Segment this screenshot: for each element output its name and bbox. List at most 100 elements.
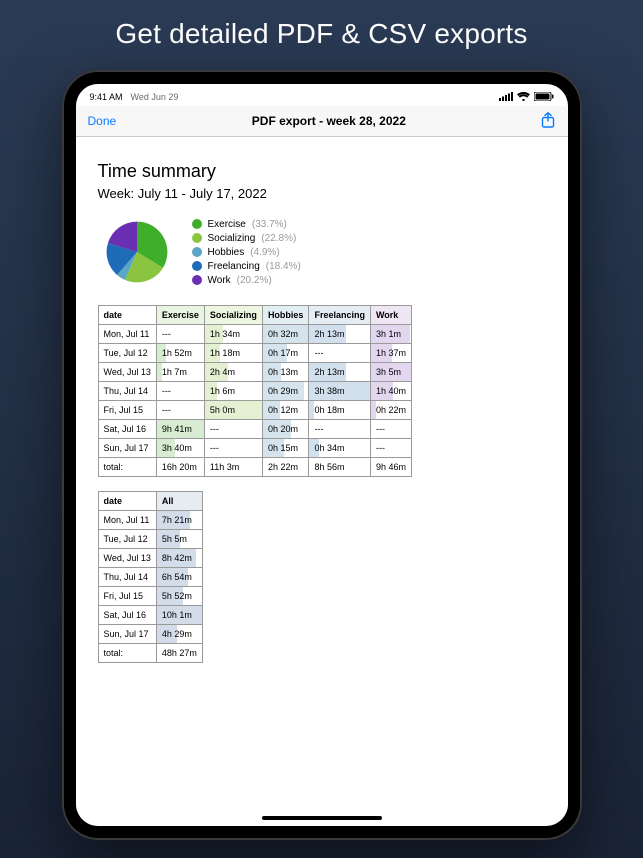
table-cell: 0h 18m xyxy=(309,401,371,420)
ipad-frame: 9:41 AM Wed Jun 29 Done PDF export - wee… xyxy=(62,70,582,840)
table-cell: 11h 3m xyxy=(204,458,262,477)
legend-pct: (4.9%) xyxy=(250,247,279,258)
table-cell: Sun, Jul 17 xyxy=(98,625,156,644)
table-cell: --- xyxy=(309,420,371,439)
table-header: date xyxy=(98,306,156,325)
table-cell: Fri, Jul 15 xyxy=(98,401,156,420)
table-row: Mon, Jul 11---1h 34m0h 32m2h 13m3h 1m xyxy=(98,325,412,344)
table-cell: 1h 7m xyxy=(156,363,204,382)
table-cell: --- xyxy=(156,401,204,420)
table-cell: 5h 5m xyxy=(156,530,202,549)
table-row: Thu, Jul 146h 54m xyxy=(98,568,202,587)
table-cell: 0h 17m xyxy=(262,344,309,363)
table-cell: --- xyxy=(204,420,262,439)
table-header: Socializing xyxy=(204,306,262,325)
wifi-icon xyxy=(517,92,530,103)
legend-item: Work (20.2%) xyxy=(192,275,301,286)
legend-swatch xyxy=(192,247,202,257)
table-cell: 4h 29m xyxy=(156,625,202,644)
table-row: Tue, Jul 121h 52m1h 18m0h 17m---1h 37m xyxy=(98,344,412,363)
table-cell: Thu, Jul 14 xyxy=(98,382,156,401)
table-cell: 0h 32m xyxy=(262,325,309,344)
table-cell: Wed, Jul 13 xyxy=(98,549,156,568)
all-table: dateAllMon, Jul 117h 21mTue, Jul 125h 5m… xyxy=(98,491,203,663)
legend-swatch xyxy=(192,275,202,285)
table-cell: 1h 40m xyxy=(370,382,411,401)
home-indicator[interactable] xyxy=(262,816,382,820)
legend-label: Hobbies xyxy=(208,247,245,258)
nav-bar: Done PDF export - week 28, 2022 xyxy=(76,106,568,137)
table-cell: 2h 13m xyxy=(309,325,371,344)
cellular-icon xyxy=(499,92,513,103)
table-cell: 3h 5m xyxy=(370,363,411,382)
legend-item: Exercise (33.7%) xyxy=(192,219,301,230)
table-row: total:48h 27m xyxy=(98,644,202,663)
table-cell: 0h 15m xyxy=(262,439,309,458)
table-cell: Tue, Jul 12 xyxy=(98,344,156,363)
table-header: Hobbies xyxy=(262,306,309,325)
status-date: Wed Jun 29 xyxy=(131,92,179,102)
table-row: Fri, Jul 155h 52m xyxy=(98,587,202,606)
done-button[interactable]: Done xyxy=(88,114,117,128)
table-cell: Mon, Jul 11 xyxy=(98,325,156,344)
table-row: Wed, Jul 131h 7m2h 4m0h 13m2h 13m3h 5m xyxy=(98,363,412,382)
table-row: Sun, Jul 173h 40m---0h 15m0h 34m--- xyxy=(98,439,412,458)
table-cell: 3h 40m xyxy=(156,439,204,458)
table-cell: 5h 52m xyxy=(156,587,202,606)
table-cell: Mon, Jul 11 xyxy=(98,511,156,530)
table-cell: 48h 27m xyxy=(156,644,202,663)
table-cell: Sat, Jul 16 xyxy=(98,420,156,439)
chart-row: Exercise (33.7%) Socializing (22.8%) Hobbi… xyxy=(98,213,546,291)
table-cell: 8h 56m xyxy=(309,458,371,477)
table-cell: 1h 34m xyxy=(204,325,262,344)
table-cell: 0h 34m xyxy=(309,439,371,458)
table-row: Sun, Jul 174h 29m xyxy=(98,625,202,644)
table-cell: 3h 1m xyxy=(370,325,411,344)
table-cell: 16h 20m xyxy=(156,458,204,477)
table-row: Mon, Jul 117h 21m xyxy=(98,511,202,530)
status-time: 9:41 AM xyxy=(90,92,123,102)
table-cell: Fri, Jul 15 xyxy=(98,587,156,606)
table-cell: 0h 29m xyxy=(262,382,309,401)
table-cell: Sat, Jul 16 xyxy=(98,606,156,625)
legend-item: Hobbies (4.9%) xyxy=(192,247,301,258)
table-header: All xyxy=(156,492,202,511)
table-row: Fri, Jul 15---5h 0m0h 12m0h 18m0h 22m xyxy=(98,401,412,420)
promo-headline: Get detailed PDF & CSV exports xyxy=(0,18,643,50)
share-icon xyxy=(541,112,555,128)
document-page: Time summary Week: July 11 - July 17, 20… xyxy=(76,137,568,812)
legend-label: Exercise xyxy=(208,219,246,230)
legend: Exercise (33.7%) Socializing (22.8%) Hobbi… xyxy=(192,219,301,286)
table-row: Tue, Jul 125h 5m xyxy=(98,530,202,549)
table-cell: 2h 13m xyxy=(309,363,371,382)
table-header: Exercise xyxy=(156,306,204,325)
table-cell: 1h 18m xyxy=(204,344,262,363)
table-cell: 1h 6m xyxy=(204,382,262,401)
table-row: Thu, Jul 14---1h 6m0h 29m3h 38m1h 40m xyxy=(98,382,412,401)
table-cell: --- xyxy=(156,325,204,344)
table-cell: total: xyxy=(98,458,156,477)
legend-pct: (22.8%) xyxy=(261,233,296,244)
table-cell: 0h 12m xyxy=(262,401,309,420)
table-row: total:16h 20m11h 3m2h 22m8h 56m9h 46m xyxy=(98,458,412,477)
legend-item: Socializing (22.8%) xyxy=(192,233,301,244)
table-row: Wed, Jul 138h 42m xyxy=(98,549,202,568)
category-table: dateExerciseSocializingHobbiesFreelancin… xyxy=(98,305,413,477)
page-subtitle: Week: July 11 - July 17, 2022 xyxy=(98,186,546,201)
legend-swatch xyxy=(192,233,202,243)
table-cell: 3h 38m xyxy=(309,382,371,401)
table-cell: Wed, Jul 13 xyxy=(98,363,156,382)
table-header: Work xyxy=(370,306,411,325)
legend-label: Freelancing xyxy=(208,261,260,272)
page-title: Time summary xyxy=(98,161,546,182)
table-cell: 1h 37m xyxy=(370,344,411,363)
table-cell: 2h 22m xyxy=(262,458,309,477)
table-cell: 2h 4m xyxy=(204,363,262,382)
table-cell: 10h 1m xyxy=(156,606,202,625)
legend-swatch xyxy=(192,261,202,271)
table-header: date xyxy=(98,492,156,511)
table-cell: 0h 20m xyxy=(262,420,309,439)
table-cell: 7h 21m xyxy=(156,511,202,530)
legend-pct: (18.4%) xyxy=(266,261,301,272)
share-button[interactable] xyxy=(541,112,555,131)
